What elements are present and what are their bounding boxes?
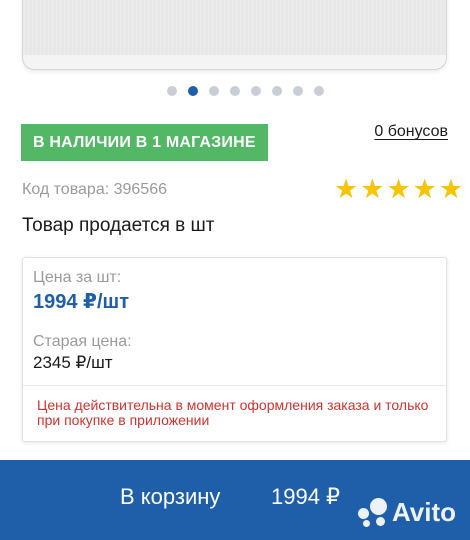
avito-watermark: Avito [357,497,456,528]
star-icon: ★ [360,174,385,204]
carousel-dot[interactable] [314,86,324,96]
star-icon: ★ [412,174,437,204]
carousel-dot[interactable] [230,86,240,96]
carousel-dot[interactable] [293,86,303,96]
divider [23,385,446,386]
price-label: Цена за шт: [33,269,122,286]
price-value: 1994 ₽/шт [33,291,129,313]
avito-wordmark: Avito [391,497,456,527]
product-image[interactable] [22,0,447,70]
rating-stars[interactable]: ★ ★ ★ ★ ★ [334,176,463,203]
in-stock-badge[interactable]: В НАЛИЧИИ В 1 МАГАЗИНЕ [21,124,268,161]
star-icon: ★ [438,174,464,204]
bonus-link[interactable]: 0 бонусов [374,123,448,141]
avito-logo-icon [357,497,388,528]
old-price-label: Старая цена: [33,333,132,350]
unit-note: Товар продается в шт [22,215,215,236]
star-icon: ★ [334,174,359,204]
image-bottom-edge [23,55,446,69]
old-price-value: 2345 ₽/шт [33,353,113,372]
cart-button-label: В корзину [120,484,221,509]
cart-button-price: 1994 ₽ [271,484,341,509]
carousel-dot[interactable] [167,86,177,96]
carousel-dot[interactable] [272,86,282,96]
carousel-dots [167,86,324,96]
price-notice: Цена действительна в момент оформления з… [37,397,429,428]
product-code: Код товара: 396566 [22,181,167,198]
carousel-dot[interactable] [209,86,219,96]
carousel-dot[interactable] [251,86,261,96]
star-icon: ★ [386,174,411,204]
carousel-dot-active[interactable] [188,86,198,96]
price-box: Цена за шт: 1994 ₽/шт Старая цена: 2345 … [22,257,447,442]
